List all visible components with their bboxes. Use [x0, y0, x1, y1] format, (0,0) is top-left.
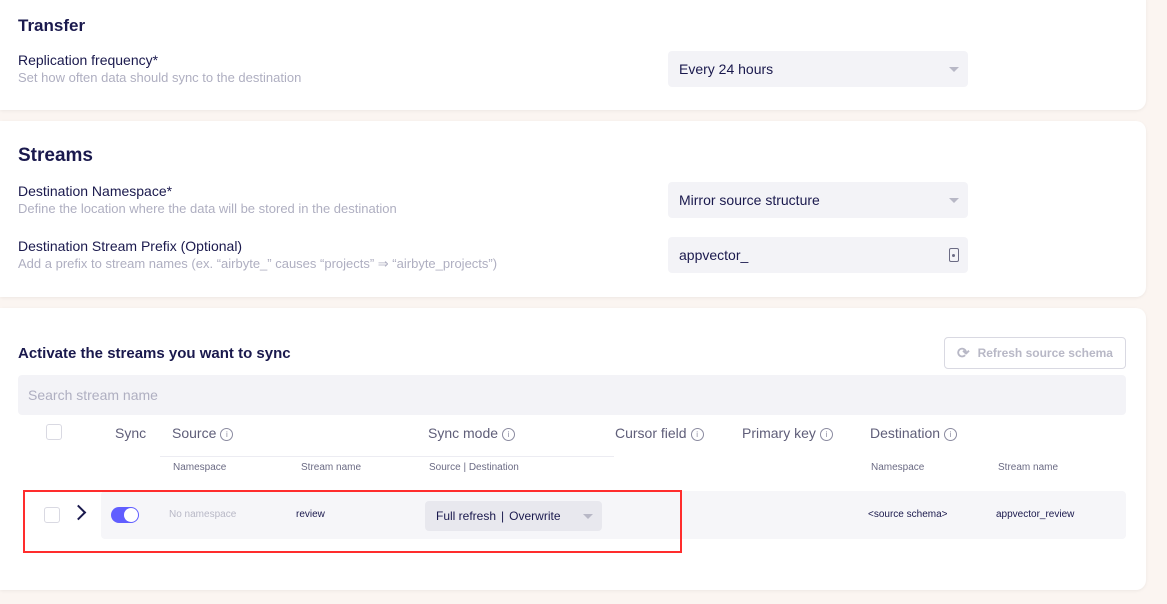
header-primary-key: Primary key i [742, 425, 833, 441]
subheader-divider [160, 456, 614, 457]
sync-toggle[interactable] [111, 507, 139, 523]
subheader-source-stream-name: Stream name [301, 462, 362, 473]
refresh-source-schema-label: Refresh source schema [977, 346, 1113, 360]
search-stream-input[interactable]: Search stream name [18, 375, 1126, 415]
select-all-checkbox[interactable] [46, 424, 62, 440]
stream-prefix-value: appvector_ [679, 247, 749, 263]
dropdown-caret-icon [949, 67, 959, 72]
subheader-source-namespace: Namespace [173, 462, 227, 473]
sync-mode-destination: Overwrite [509, 509, 561, 523]
row-destination-namespace: <source schema> [868, 509, 948, 520]
replication-frequency-value: Every 24 hours [679, 61, 774, 77]
info-icon[interactable]: i [502, 428, 516, 441]
header-sync-mode: Sync mode i [428, 425, 516, 441]
toggle-knob [124, 508, 138, 522]
sync-mode-separator: | [501, 509, 505, 523]
activate-streams-card: Activate the streams you want to sync ⟳ … [0, 308, 1146, 590]
destination-namespace-desc: Define the location where the data will … [18, 201, 397, 216]
row-destination-stream-name: appvector_review [996, 509, 1075, 520]
transfer-title: Transfer [18, 16, 86, 35]
stream-prefix-desc: Add a prefix to stream names (ex. “airby… [18, 256, 498, 271]
header-source: Source i [172, 425, 234, 441]
subheader-sync-mode-detail: Source | Destination [429, 462, 519, 473]
streams-card: Streams Destination Namespace* Define th… [0, 121, 1146, 297]
replication-frequency-desc: Set how often data should sync to the de… [18, 70, 302, 85]
streams-title: Streams [18, 145, 93, 166]
sync-mode-select[interactable]: Full refresh | Overwrite [425, 501, 602, 531]
stream-prefix-label: Destination Stream Prefix (Optional) [18, 238, 243, 254]
sync-mode-source: Full refresh [436, 509, 497, 523]
subheader-destination-stream-name: Stream name [998, 462, 1059, 473]
row-source-namespace: No namespace [169, 509, 237, 520]
dropdown-caret-icon [583, 514, 593, 519]
destination-namespace-value: Mirror source structure [679, 192, 820, 208]
header-destination: Destination i [870, 425, 958, 441]
replication-frequency-label: Replication frequency* [18, 52, 159, 68]
destination-namespace-label: Destination Namespace* [18, 183, 173, 199]
info-icon[interactable]: i [819, 428, 833, 441]
info-icon[interactable]: i [944, 428, 958, 441]
dropdown-caret-icon [949, 198, 959, 203]
search-stream-placeholder: Search stream name [28, 387, 158, 403]
stream-prefix-input[interactable]: appvector_ [668, 237, 968, 273]
header-cursor-field: Cursor field i [615, 425, 704, 441]
info-icon[interactable]: i [690, 428, 704, 441]
refresh-icon: ⟳ [957, 345, 970, 362]
row-select-checkbox[interactable] [44, 507, 60, 523]
refresh-source-schema-button[interactable]: ⟳ Refresh source schema [944, 337, 1126, 369]
replication-frequency-select[interactable]: Every 24 hours [668, 51, 968, 87]
subheader-destination-namespace: Namespace [871, 462, 925, 473]
header-sync: Sync [115, 425, 147, 441]
row-source-stream-name: review [296, 509, 325, 520]
table-row: No namespace review <source schema> appv… [101, 491, 1126, 539]
info-icon[interactable]: i [220, 428, 234, 441]
destination-namespace-select[interactable]: Mirror source structure [668, 182, 968, 218]
transfer-card: Transfer Replication frequency* Set how … [0, 0, 1146, 110]
input-action-icon[interactable] [949, 248, 959, 262]
activate-streams-title: Activate the streams you want to sync [18, 345, 291, 362]
chevron-right-icon[interactable] [70, 504, 87, 521]
